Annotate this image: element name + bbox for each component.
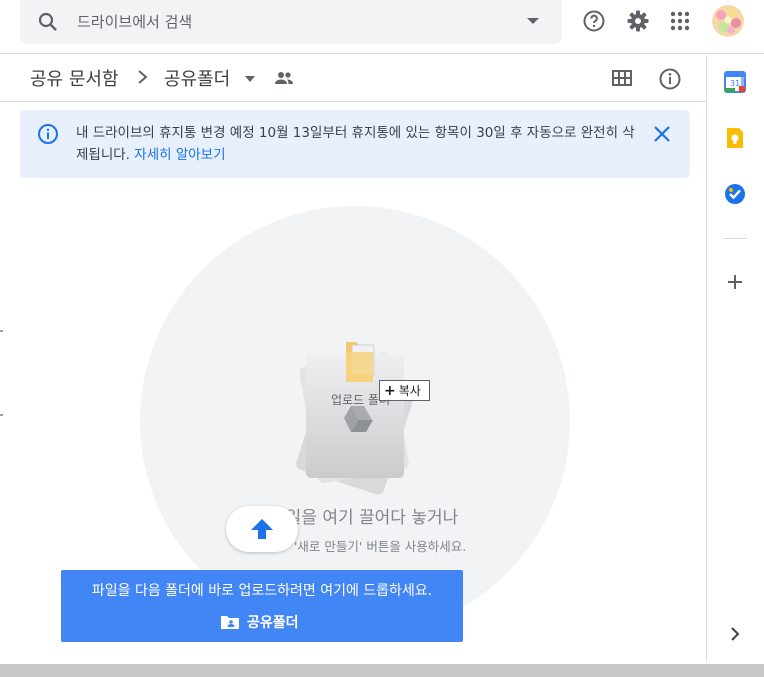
upload-arrow-icon — [251, 519, 273, 539]
tasks-icon[interactable] — [723, 182, 747, 206]
drive-window: 드라이브에서 검색 공유 문서함 공유폴더 내 드라이브의 휴지통 변경 예정 … — [0, 0, 764, 677]
copy-label: 복사 — [398, 384, 421, 398]
trash-change-banner: 내 드라이브의 휴지통 변경 예정 10월 13일부터 휴지통에 있는 항목이 … — [20, 110, 690, 178]
calendar-icon[interactable]: 31 — [723, 70, 747, 94]
drive-files-illustration — [296, 342, 417, 495]
folder-menu-dropdown-icon[interactable] — [244, 75, 256, 83]
expand-icon[interactable] — [723, 622, 747, 646]
drop-zone-title: 파일을 여기 끌어다 놓거나 — [270, 508, 459, 528]
add-icon[interactable] — [723, 270, 747, 294]
toast-folder-name: 공유폴더 — [247, 615, 299, 631]
search-box[interactable]: 드라이브에서 검색 — [20, 0, 562, 44]
info-icon — [38, 124, 58, 144]
drop-zone-subtitle: '새로 만들기' 버튼을 사용하세요. — [294, 539, 467, 554]
breadcrumb-current-folder[interactable]: 공유폴더 — [164, 65, 230, 91]
bottom-scroll-strip[interactable] — [0, 664, 764, 677]
search-options-icon[interactable] — [526, 16, 540, 26]
grid-view-icon[interactable] — [611, 67, 633, 89]
copy-indicator: + 복사 — [379, 380, 430, 401]
learn-more-link[interactable]: 자세히 알아보기 — [134, 147, 225, 163]
breadcrumb-shared-drives[interactable]: 공유 문서함 — [30, 65, 119, 91]
left-edge-mark — [0, 414, 3, 416]
breadcrumb: 공유 문서함 공유폴더 — [0, 55, 706, 102]
plus-icon: + — [384, 382, 396, 399]
toast-target-folder: 공유폴더 — [221, 612, 299, 632]
top-bar: 드라이브에서 검색 — [0, 0, 764, 54]
close-icon[interactable] — [652, 124, 672, 144]
banner-message: 내 드라이브의 휴지통 변경 예정 10월 13일부터 휴지통에 있는 항목이 … — [76, 122, 636, 166]
shared-folder-icon — [221, 616, 239, 629]
avatar[interactable] — [712, 5, 744, 37]
search-icon[interactable] — [36, 10, 60, 34]
toast-message: 파일을 다음 폴더에 바로 업로드하려면 여기에 드롭하세요. — [91, 583, 433, 599]
help-icon[interactable] — [582, 9, 606, 33]
upload-indicator — [226, 506, 298, 552]
left-edge-mark — [0, 330, 3, 332]
keep-icon[interactable] — [723, 126, 747, 150]
shared-people-icon[interactable] — [274, 70, 294, 86]
search-input[interactable]: 드라이브에서 검색 — [77, 11, 192, 32]
apps-icon[interactable] — [668, 9, 692, 33]
side-panel-divider — [723, 238, 747, 239]
settings-icon[interactable] — [626, 9, 650, 33]
side-panel: 31 — [706, 55, 764, 662]
details-info-icon[interactable] — [658, 67, 682, 91]
svg-text:31: 31 — [730, 79, 740, 88]
chevron-right-icon — [138, 70, 148, 84]
upload-drop-toast: 파일을 다음 폴더에 바로 업로드하려면 여기에 드롭하세요. 공유폴더 — [61, 570, 463, 642]
